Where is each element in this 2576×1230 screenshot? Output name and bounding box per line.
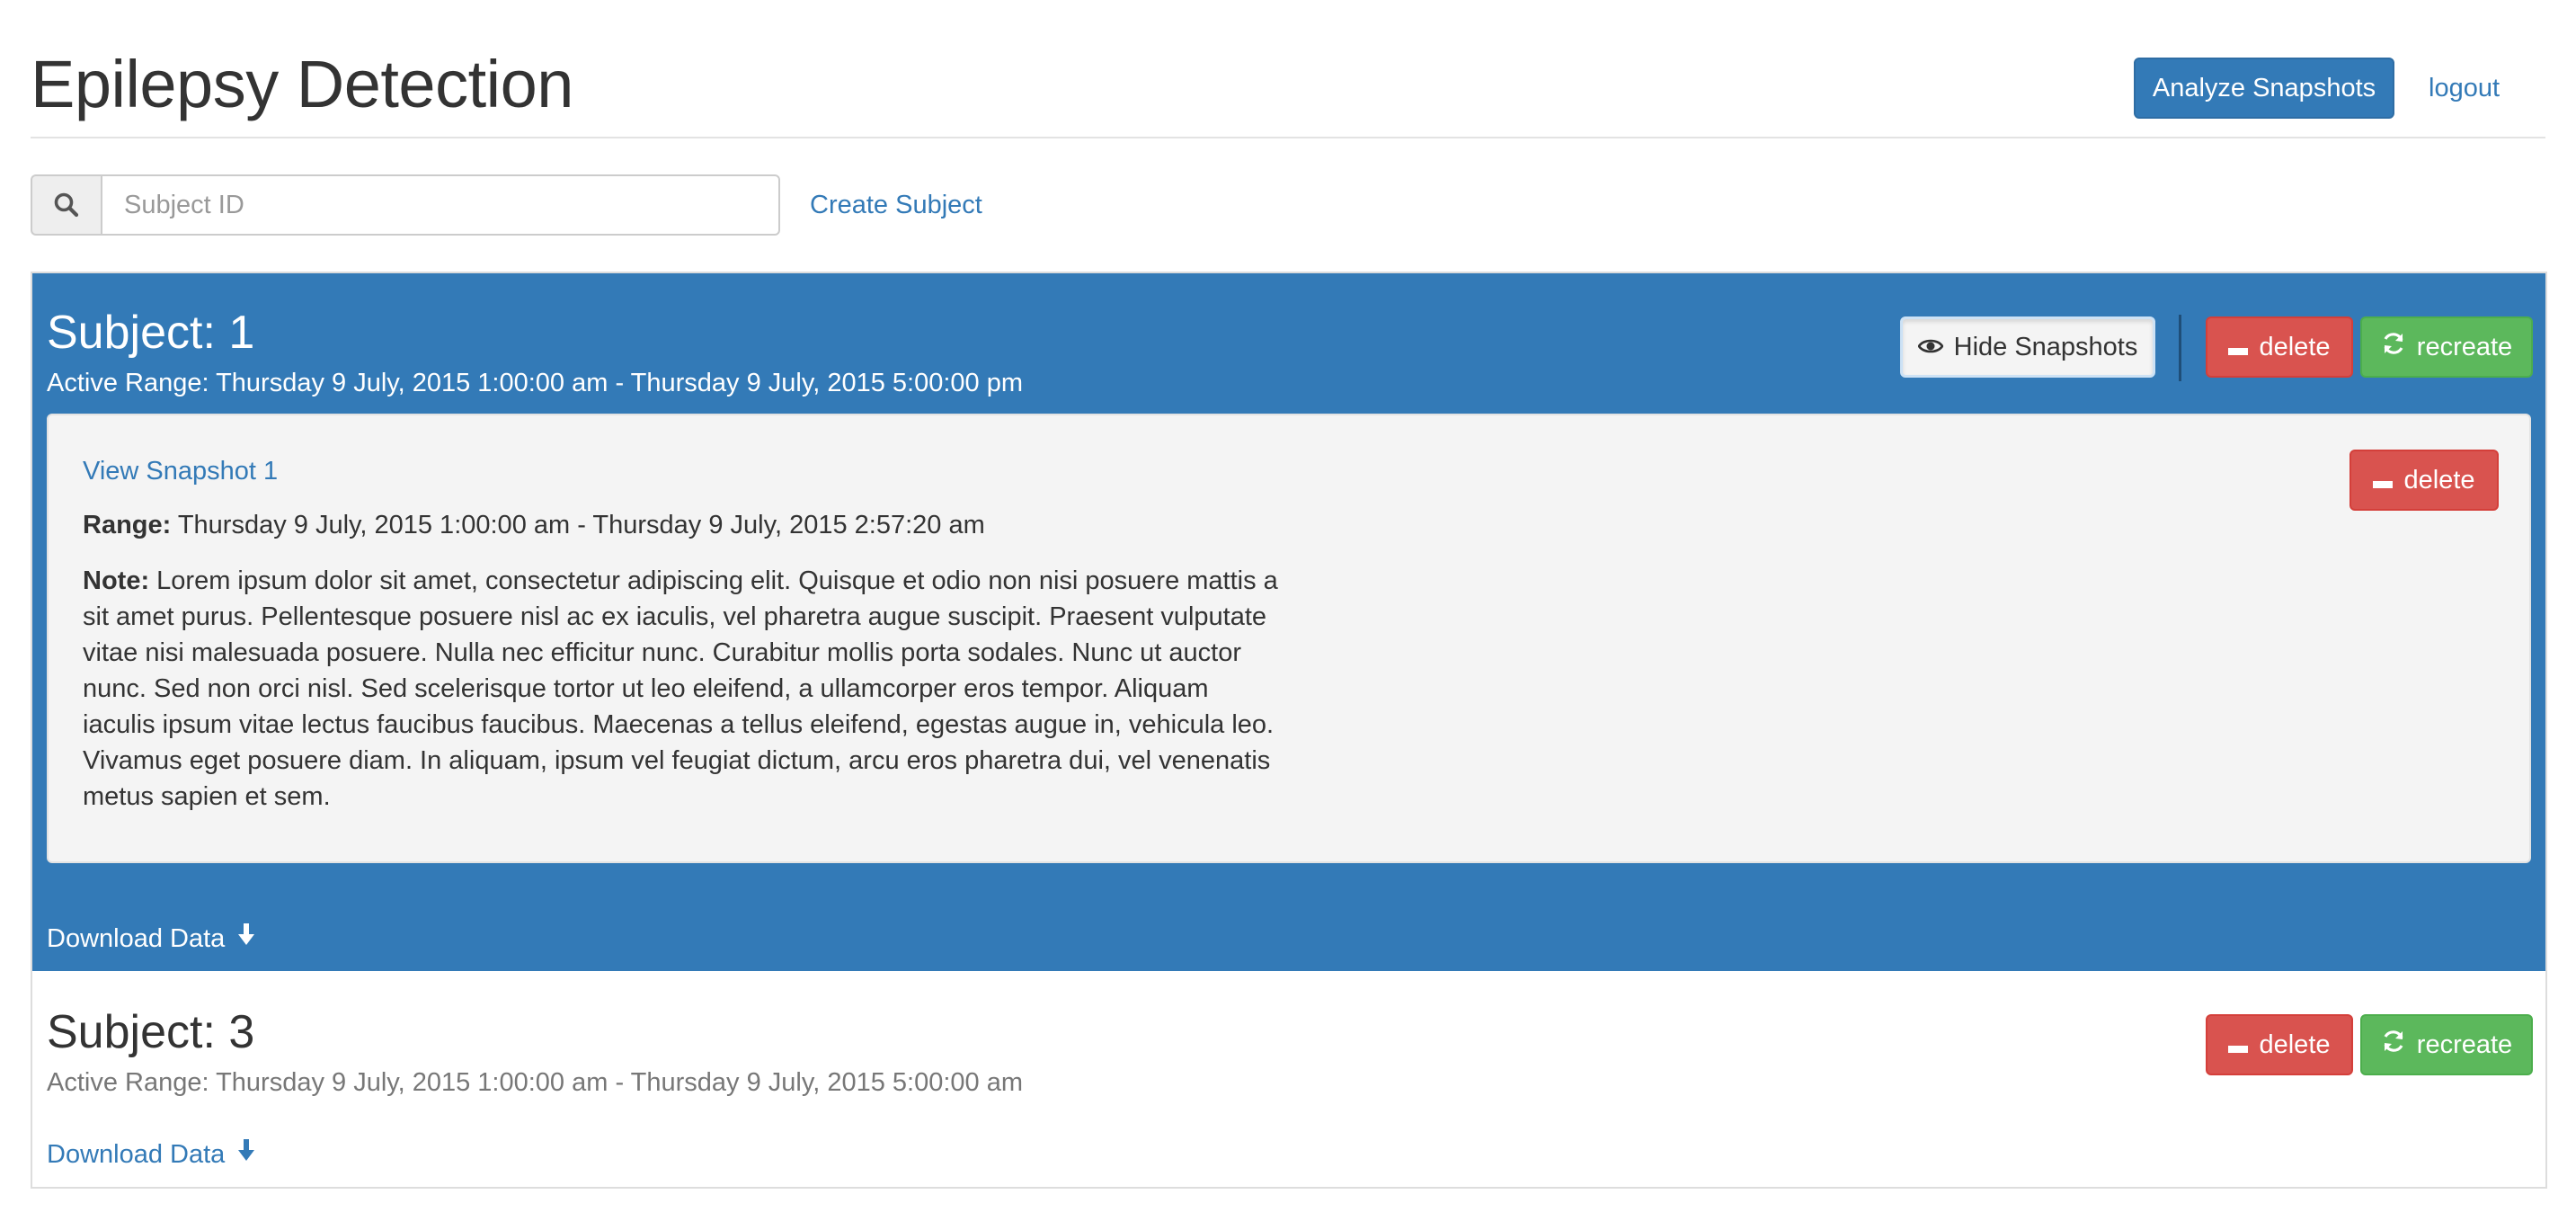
snapshot-note-text: Lorem ipsum dolor sit amet, consectetur … [83,566,1278,811]
minus-icon [2228,1030,2249,1060]
recreate-subject-button[interactable]: recreate [2360,1014,2533,1075]
button-divider [2179,315,2181,381]
delete-subject-button[interactable]: delete [2206,316,2353,378]
search-icon [31,174,101,236]
snapshot-range: Range: Thursday 9 July, 2015 1:00:00 am … [83,509,985,541]
analyze-snapshots-button[interactable]: Analyze Snapshots [2134,58,2394,119]
subject-title: Subject: 3 [47,1006,255,1058]
page-header: Epilepsy Detection Analyze Snapshots log… [31,0,2545,138]
subject-list: Subject: 1 Active Range: Thursday 9 July… [31,272,2547,1189]
download-arrow-icon [237,1138,255,1171]
delete-label: delete [2259,1029,2331,1059]
minus-icon [2373,466,2394,495]
download-data-label: Download Data [47,924,226,953]
delete-snapshot-button[interactable]: delete [2349,450,2499,511]
subject-id-input[interactable] [101,174,780,236]
logout-link[interactable]: logout [2429,72,2500,104]
snapshot-note-label: Note: [83,566,150,595]
snapshot-note: Note: Lorem ipsum dolor sit amet, consec… [83,563,1278,815]
hide-snapshots-button[interactable]: Hide Snapshots [1900,316,2155,378]
delete-label: delete [2259,332,2331,361]
subject-search-group [31,174,780,236]
page-title: Epilepsy Detection [31,47,573,121]
delete-subject-button[interactable]: delete [2206,1014,2353,1075]
minus-icon [2228,333,2249,362]
download-arrow-icon [237,922,255,955]
download-data-link[interactable]: Download Data [47,922,255,955]
subject-active-range: Active Range: Thursday 9 July, 2015 1:00… [47,1068,1023,1097]
page: Epilepsy Detection Analyze Snapshots log… [0,0,2576,1230]
snapshot-panel: View Snapshot 1 Range: Thursday 9 July, … [47,414,2531,863]
subject-item[interactable]: Subject: 3 Active Range: Thursday 9 July… [32,971,2545,1187]
subject-title: Subject: 1 [47,307,255,359]
snapshot-range-label: Range: [83,511,172,539]
subject-active-range: Active Range: Thursday 9 July, 2015 1:00… [47,369,1023,397]
download-data-link[interactable]: Download Data [47,1138,255,1171]
subject-item-active[interactable]: Subject: 1 Active Range: Thursday 9 July… [32,273,2545,971]
recreate-label: recreate [2416,1029,2513,1059]
refresh-icon [2381,1029,2406,1061]
download-data-label: Download Data [47,1140,226,1169]
snapshot-range-value: Thursday 9 July, 2015 1:00:00 am - Thurs… [171,511,985,539]
create-subject-link[interactable]: Create Subject [810,189,982,221]
delete-snapshot-label: delete [2403,465,2475,495]
recreate-label: recreate [2416,332,2513,361]
view-snapshot-link[interactable]: View Snapshot 1 [83,455,278,487]
hide-snapshots-label: Hide Snapshots [1953,332,2138,361]
recreate-subject-button[interactable]: recreate [2360,316,2533,378]
refresh-icon [2381,331,2406,363]
eye-icon [1917,333,1944,362]
